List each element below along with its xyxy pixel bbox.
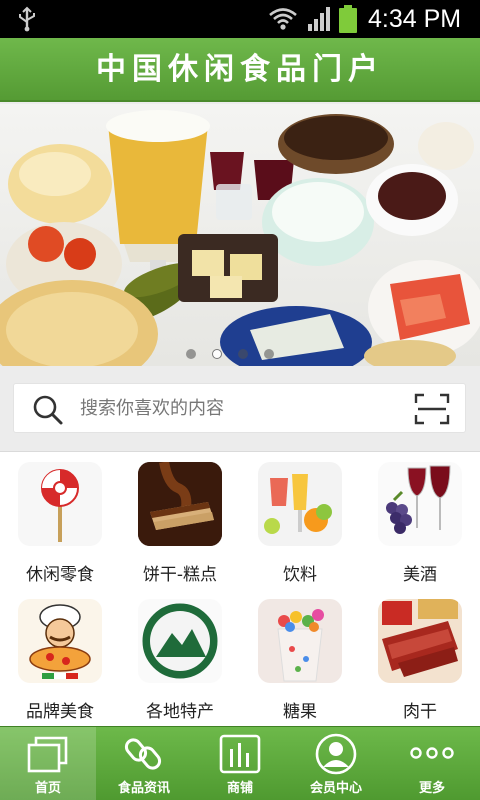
nav-label: 会员中心 (309, 781, 362, 796)
category-item-specialties[interactable]: 各地特产 (120, 589, 240, 726)
category-item-snacks[interactable]: 休闲零食 (0, 452, 120, 589)
drinks-icon (258, 462, 342, 546)
category-item-drinks[interactable]: 饮料 (240, 452, 360, 589)
page-title: 中国休闲食品门户 (96, 52, 384, 87)
nav-food-news[interactable]: 食品资讯 (96, 727, 192, 800)
search-area (0, 366, 480, 452)
user-icon (315, 733, 357, 775)
category-label: 肉干 (403, 702, 437, 722)
search-input[interactable] (80, 384, 400, 432)
battery-icon (339, 5, 357, 33)
chocolate-biscuit-icon (138, 462, 222, 546)
wifi-icon (269, 8, 297, 30)
carousel-dot[interactable] (186, 349, 196, 359)
wine-icon (378, 462, 462, 546)
category-label: 各地特产 (146, 702, 214, 722)
status-time: 4:34 PM (368, 5, 462, 33)
category-item-biscuits[interactable]: 饼干-糕点 (120, 452, 240, 589)
carousel-dot[interactable] (212, 349, 222, 359)
mountain-seal-icon (138, 599, 222, 683)
usb-icon (19, 6, 35, 32)
bottom-nav: 首页 食品资讯 商铺 会员中心 更多 (0, 726, 480, 800)
more-dots-icon (410, 747, 454, 759)
category-item-brand-food[interactable]: 品牌美食 (0, 589, 120, 726)
nav-label: 首页 (34, 781, 61, 796)
search-box[interactable] (13, 383, 466, 433)
search-icon[interactable] (32, 394, 64, 426)
category-item-candy[interactable]: 糖果 (240, 589, 360, 726)
category-label: 品牌美食 (26, 702, 94, 722)
nav-label: 食品资讯 (117, 781, 170, 796)
status-bar: 4:34 PM (0, 0, 480, 38)
category-label: 美酒 (403, 565, 437, 585)
nav-stores[interactable]: 商铺 (192, 727, 288, 800)
home-window-icon (27, 736, 68, 773)
category-item-jerky[interactable]: 肉干 (360, 589, 480, 726)
store-chart-icon (219, 734, 261, 774)
category-label: 饮料 (283, 565, 317, 585)
nav-home[interactable]: 首页 (0, 727, 96, 800)
scan-icon[interactable] (414, 393, 450, 425)
category-item-wine[interactable]: 美酒 (360, 452, 480, 589)
nav-label: 商铺 (226, 781, 253, 796)
candy-cup-icon (258, 599, 342, 683)
signal-icon (308, 7, 330, 31)
carousel-dot[interactable] (238, 349, 248, 359)
nav-member-center[interactable]: 会员中心 (288, 727, 384, 800)
category-label: 饼干-糕点 (142, 565, 218, 585)
chef-pizza-icon (18, 599, 102, 683)
nav-more[interactable]: 更多 (384, 727, 480, 800)
lollipop-icon (18, 462, 102, 546)
jerky-icon (378, 599, 462, 683)
carousel-dot[interactable] (264, 349, 274, 359)
category-grid: 休闲零食 饼干-糕点 饮料 美酒 品牌美食 各地特产 糖果 肉干 (0, 452, 480, 726)
banner-food-image (0, 110, 480, 366)
link-icon (124, 738, 162, 770)
banner-carousel[interactable] (0, 104, 480, 366)
app-header: 中国休闲食品门户 (0, 38, 480, 102)
nav-label: 更多 (418, 781, 445, 796)
category-label: 休闲零食 (26, 565, 94, 585)
category-label: 糖果 (283, 702, 317, 722)
